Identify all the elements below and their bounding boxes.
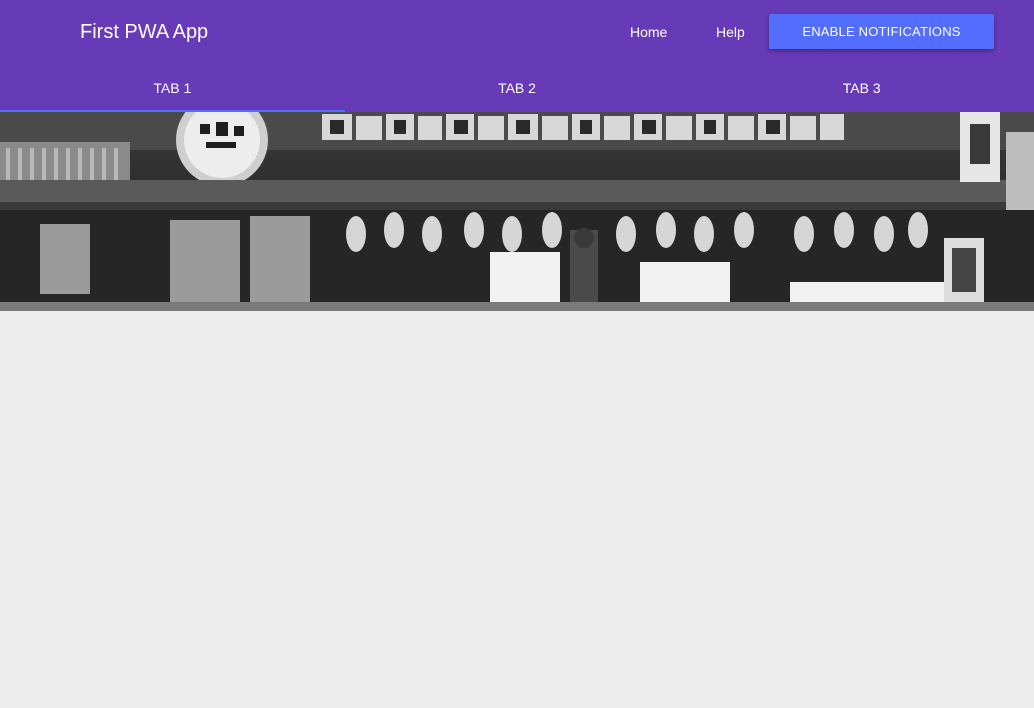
street-scene-image xyxy=(0,112,1034,311)
tab-bar: TAB 1 TAB 2 TAB 3 xyxy=(0,64,1034,112)
nav-link-home[interactable]: Home xyxy=(630,22,667,42)
tab-2[interactable]: TAB 2 xyxy=(345,64,690,112)
hero-image xyxy=(0,112,1034,311)
tab-1[interactable]: TAB 1 xyxy=(0,64,345,112)
app-title: First PWA App xyxy=(80,21,209,43)
toolbar: First PWA App Home Help ENABLE NOTIFICAT… xyxy=(0,0,1034,64)
tab-1-label: TAB 1 xyxy=(153,80,192,96)
nav-link-help[interactable]: Help xyxy=(716,22,745,42)
main-content xyxy=(0,311,1034,708)
app-header: First PWA App Home Help ENABLE NOTIFICAT… xyxy=(0,0,1034,112)
tab-3[interactable]: TAB 3 xyxy=(689,64,1034,112)
tab-2-label: TAB 2 xyxy=(498,80,536,96)
tab-3-label: TAB 3 xyxy=(842,80,881,96)
enable-notifications-button[interactable]: ENABLE NOTIFICATIONS xyxy=(769,14,994,49)
app-shell: First PWA App Home Help ENABLE NOTIFICAT… xyxy=(0,0,1034,708)
